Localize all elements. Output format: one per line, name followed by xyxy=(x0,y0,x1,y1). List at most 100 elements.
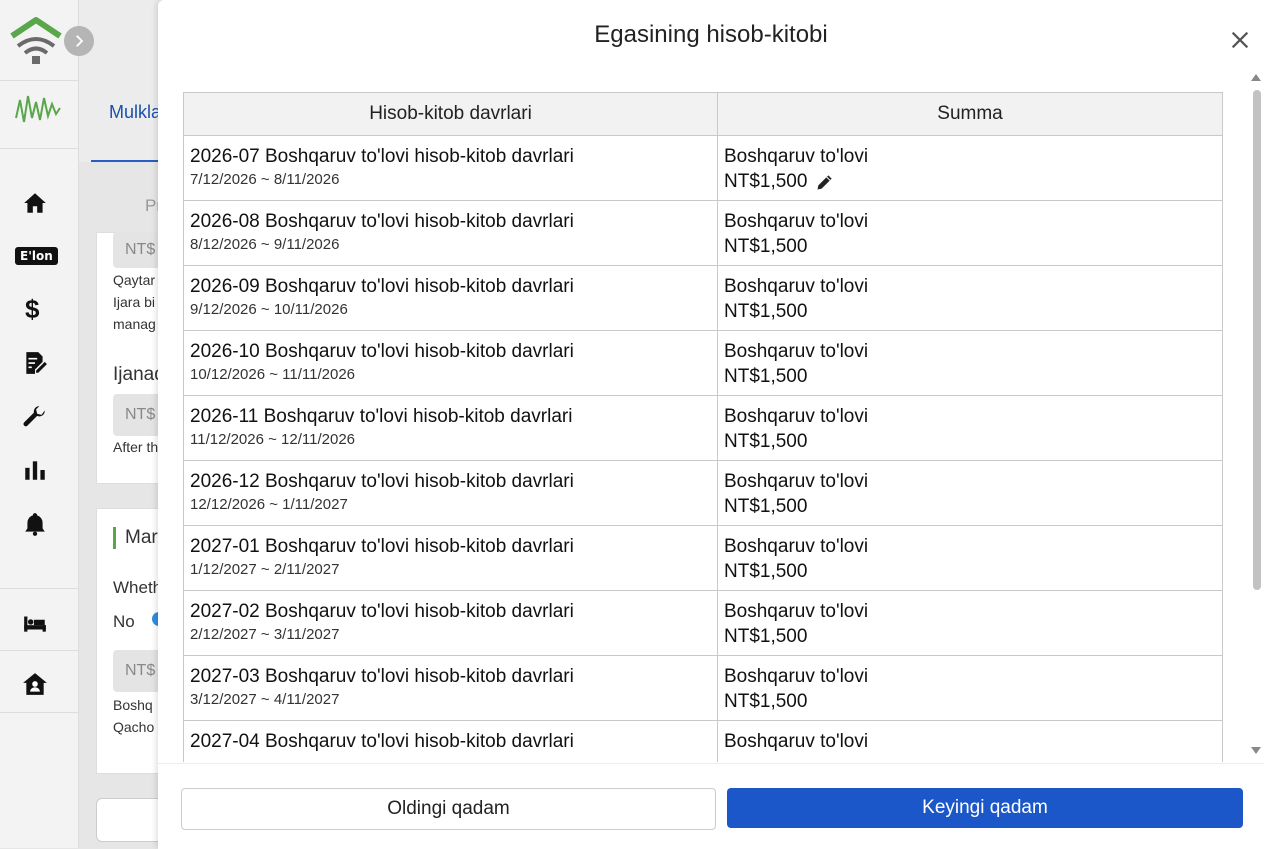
fee-type: Boshqaruv to'lovi xyxy=(724,341,869,362)
amount-cell: Boshqaruv to'lovi NT$1,500 xyxy=(717,330,1223,396)
background-text-5: Boshq xyxy=(113,697,153,713)
background-label-2: Wheth xyxy=(113,578,163,597)
background-text-1: Qaytar xyxy=(113,272,156,288)
background-section-title: Mar xyxy=(125,527,158,548)
scroll-down-icon[interactable] xyxy=(1250,746,1262,756)
modal-scrollbar[interactable] xyxy=(1250,72,1262,762)
section-accent-bar xyxy=(113,527,116,549)
table-row: 2026-07 Boshqaruv to'lovi hisob-kitob da… xyxy=(183,135,1223,201)
fee-type: Boshqaruv to'lovi xyxy=(724,731,869,752)
contract-edit-icon[interactable] xyxy=(20,348,50,378)
fee-type: Boshqaruv to'lovi xyxy=(724,276,869,297)
sidebar-divider xyxy=(0,650,78,651)
background-text-6: Qacho xyxy=(113,719,155,735)
table-row: 2027-04 Boshqaruv to'lovi hisob-kitob da… xyxy=(183,720,1223,762)
amount-cell: Boshqaruv to'lovi NT$1,500 xyxy=(717,590,1223,656)
table-row: 2026-09 Boshqaruv to'lovi hisob-kitob da… xyxy=(183,265,1223,331)
house-user-icon[interactable] xyxy=(20,669,50,699)
fee-type: Boshqaruv to'lovi xyxy=(724,211,869,232)
period-range: 3/12/2027 ~ 4/11/2027 xyxy=(190,691,340,708)
table-row: 2026-12 Boshqaruv to'lovi hisob-kitob da… xyxy=(183,460,1223,526)
bed-icon[interactable] xyxy=(20,608,50,638)
bell-icon[interactable] xyxy=(20,509,50,539)
amount-cell: Boshqaruv to'lovi NT$1,500 xyxy=(717,525,1223,591)
column-header-periods: Hisob-kitob davrlari xyxy=(183,92,718,136)
table-row: 2027-02 Boshqaruv to'lovi hisob-kitob da… xyxy=(183,590,1223,656)
announcement-badge[interactable]: E'lon xyxy=(15,247,58,265)
table-row: 2026-08 Boshqaruv to'lovi hisob-kitob da… xyxy=(183,200,1223,266)
sidebar-divider xyxy=(0,148,78,149)
period-range: 10/12/2026 ~ 11/11/2026 xyxy=(190,366,356,383)
amount-cell: Boshqaruv to'lovi NT$1,500 xyxy=(717,265,1223,331)
background-header xyxy=(79,0,169,162)
period-cell: 2026-08 Boshqaruv to'lovi hisob-kitob da… xyxy=(183,200,718,266)
column-header-amount: Summa xyxy=(717,92,1223,136)
home-icon[interactable] xyxy=(20,188,50,218)
expand-sidebar-button[interactable] xyxy=(64,26,94,56)
sidebar-divider xyxy=(0,80,78,81)
sidebar-divider xyxy=(0,588,78,589)
background-page: Mulkla Pr NT$ Qaytar Ijara bi manag Ijan… xyxy=(79,0,169,848)
period-title: 2026-11 Boshqaruv to'lovi hisob-kitob da… xyxy=(190,406,573,427)
period-range: 2/12/2027 ~ 3/11/2027 xyxy=(190,626,340,643)
period-title: 2027-03 Boshqaruv to'lovi hisob-kitob da… xyxy=(190,666,574,687)
amount-cell: Boshqaruv to'lovi NT$1,500 xyxy=(717,460,1223,526)
modal-footer: Oldingi qadam Keyingi qadam xyxy=(158,763,1264,849)
fee-amount: NT$1,500 xyxy=(724,366,808,387)
background-radio-label[interactable]: No xyxy=(113,612,135,632)
background-text-3: manag xyxy=(113,316,156,332)
table-row: 2027-03 Boshqaruv to'lovi hisob-kitob da… xyxy=(183,655,1223,721)
settlement-table-container[interactable]: Hisob-kitob davrlari Summa 2026-07 Boshq… xyxy=(183,92,1223,762)
period-cell: 2027-02 Boshqaruv to'lovi hisob-kitob da… xyxy=(183,590,718,656)
pencil-edit-icon[interactable] xyxy=(815,172,835,192)
fee-amount: NT$1,500 xyxy=(724,301,808,322)
chevron-right-icon xyxy=(76,35,84,47)
fee-amount: NT$1,500 xyxy=(724,626,808,647)
period-range: 9/12/2026 ~ 10/11/2026 xyxy=(190,301,348,318)
amount-cell: Boshqaruv to'lovi NT$1,500 xyxy=(717,655,1223,721)
owner-settlement-modal: Egasining hisob-kitobi Hisob-kitob davrl… xyxy=(158,0,1264,849)
period-title: 2026-09 Boshqaruv to'lovi hisob-kitob da… xyxy=(190,276,574,297)
close-icon xyxy=(1231,31,1249,49)
amount-cell: Boshqaruv to'lovi NT$1,500 xyxy=(717,200,1223,266)
scroll-thumb[interactable] xyxy=(1253,90,1261,590)
amount-cell: Boshqaruv to'lovi NT$1,500 xyxy=(717,135,1223,201)
period-title: 2026-07 Boshqaruv to'lovi hisob-kitob da… xyxy=(190,146,574,167)
period-title: 2026-08 Boshqaruv to'lovi hisob-kitob da… xyxy=(190,211,574,232)
next-step-button[interactable]: Keyingi qadam xyxy=(727,788,1243,828)
fee-amount: NT$1,500 xyxy=(724,561,808,582)
period-range: 1/12/2027 ~ 2/11/2027 xyxy=(190,561,340,578)
table-row: 2027-01 Boshqaruv to'lovi hisob-kitob da… xyxy=(183,525,1223,591)
dollar-icon[interactable]: $ xyxy=(25,294,39,325)
table-row: 2026-11 Boshqaruv to'lovi hisob-kitob da… xyxy=(183,395,1223,461)
period-cell: 2027-04 Boshqaruv to'lovi hisob-kitob da… xyxy=(183,720,718,762)
fee-type: Boshqaruv to'lovi xyxy=(724,536,869,557)
scroll-up-icon[interactable] xyxy=(1250,72,1262,82)
wifi-house-logo-icon xyxy=(8,16,64,68)
sidebar-divider xyxy=(0,712,78,713)
settlement-table: Hisob-kitob davrlari Summa 2026-07 Boshq… xyxy=(183,92,1223,762)
table-row: 2026-10 Boshqaruv to'lovi hisob-kitob da… xyxy=(183,330,1223,396)
period-range: 7/12/2026 ~ 8/11/2026 xyxy=(190,171,340,188)
period-range: 11/12/2026 ~ 12/11/2026 xyxy=(190,431,356,448)
fee-type: Boshqaruv to'lovi xyxy=(724,666,869,687)
period-cell: 2026-07 Boshqaruv to'lovi hisob-kitob da… xyxy=(183,135,718,201)
period-title: 2027-04 Boshqaruv to'lovi hisob-kitob da… xyxy=(190,731,574,752)
period-range: 12/12/2026 ~ 1/11/2027 xyxy=(190,496,348,513)
period-cell: 2027-03 Boshqaruv to'lovi hisob-kitob da… xyxy=(183,655,718,721)
bar-chart-icon[interactable] xyxy=(20,455,50,485)
amount-cell: Boshqaruv to'lovi NT$1,500 xyxy=(717,395,1223,461)
period-cell: 2027-01 Boshqaruv to'lovi hisob-kitob da… xyxy=(183,525,718,591)
fee-amount: NT$1,500 xyxy=(724,236,808,257)
previous-step-button[interactable]: Oldingi qadam xyxy=(181,788,716,830)
background-tab-property[interactable]: Mulkla xyxy=(109,102,161,123)
wrench-icon[interactable] xyxy=(20,402,50,432)
brand-logo-icon xyxy=(12,88,64,128)
period-cell: 2026-11 Boshqaruv to'lovi hisob-kitob da… xyxy=(183,395,718,461)
fee-type: Boshqaruv to'lovi xyxy=(724,471,869,492)
close-button[interactable] xyxy=(1226,26,1254,54)
fee-amount: NT$1,500 xyxy=(724,431,808,452)
period-cell: 2026-12 Boshqaruv to'lovi hisob-kitob da… xyxy=(183,460,718,526)
modal-title: Egasining hisob-kitobi xyxy=(594,21,828,48)
fee-type: Boshqaruv to'lovi xyxy=(724,406,869,427)
